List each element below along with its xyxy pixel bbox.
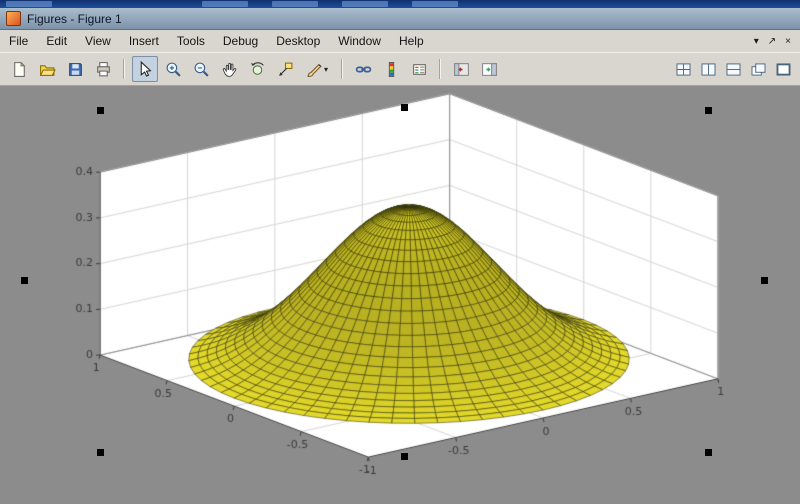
zoom-in-button[interactable] <box>160 56 186 82</box>
toolbar-separator <box>439 59 441 79</box>
menu-window[interactable]: Window <box>329 31 390 51</box>
toolbar-separator <box>123 59 125 79</box>
menu-tools[interactable]: Tools <box>168 31 214 51</box>
figure-controls: ▾ ↗ × <box>754 36 800 47</box>
selection-handle[interactable] <box>21 277 28 284</box>
tile-all-button[interactable] <box>672 59 694 79</box>
window-title: Figures - Figure 1 <box>27 11 122 26</box>
menu-insert[interactable]: Insert <box>120 31 168 51</box>
selection-handle[interactable] <box>97 449 104 456</box>
menu-view[interactable]: View <box>76 31 120 51</box>
desktop-icon <box>412 1 458 7</box>
menu-edit[interactable]: Edit <box>37 31 76 51</box>
maximize-figure-button[interactable] <box>772 59 794 79</box>
selection-handle[interactable] <box>705 107 712 114</box>
desktop-icon <box>342 1 388 7</box>
menu-file[interactable]: File <box>0 31 37 51</box>
brush-dropdown-icon[interactable]: ▾ <box>324 65 328 74</box>
rotate-3d-button[interactable] <box>244 56 270 82</box>
zoom-out-button[interactable] <box>188 56 214 82</box>
menu-debug[interactable]: Debug <box>214 31 267 51</box>
hide-plot-tools-button[interactable] <box>448 56 474 82</box>
edit-plot-button[interactable] <box>132 56 158 82</box>
selection-handle[interactable] <box>401 104 408 111</box>
link-plots-button[interactable] <box>350 56 376 82</box>
figure-undock-icon[interactable]: ↗ <box>768 36 776 47</box>
figure-minimize-icon[interactable]: ▾ <box>754 36 759 47</box>
selection-handle[interactable] <box>97 107 104 114</box>
desktop-background <box>0 0 800 8</box>
tile-top-bottom-button[interactable] <box>722 59 744 79</box>
menu-desktop[interactable]: Desktop <box>267 31 329 51</box>
print-figure-button[interactable] <box>90 56 116 82</box>
figure-close-icon[interactable]: × <box>785 36 791 47</box>
menubar: File Edit View Insert Tools Debug Deskto… <box>0 30 800 52</box>
open-file-button[interactable] <box>34 56 60 82</box>
selection-handle[interactable] <box>761 277 768 284</box>
float-windows-button[interactable] <box>747 59 769 79</box>
window-layout-buttons <box>672 59 794 79</box>
toolbar: ▾ <box>0 52 800 86</box>
insert-legend-button[interactable] <box>406 56 432 82</box>
desktop-icon <box>272 1 318 7</box>
selection-handle[interactable] <box>705 449 712 456</box>
tile-left-right-button[interactable] <box>697 59 719 79</box>
desktop-icon <box>202 1 248 7</box>
data-cursor-button[interactable] <box>272 56 298 82</box>
desktop-icon <box>6 1 52 7</box>
insert-colorbar-button[interactable] <box>378 56 404 82</box>
axes-3d-surface-plot[interactable] <box>0 86 800 504</box>
toolbar-separator <box>341 59 343 79</box>
figure-client-area <box>0 86 800 504</box>
save-figure-button[interactable] <box>62 56 88 82</box>
selection-handle[interactable] <box>401 453 408 460</box>
toolbar-buttons: ▾ <box>6 56 502 82</box>
figure-window: Figures - Figure 1 File Edit View Insert… <box>0 0 800 504</box>
show-plot-tools-dock-button[interactable] <box>476 56 502 82</box>
pan-button[interactable] <box>216 56 242 82</box>
menu-help[interactable]: Help <box>390 31 433 51</box>
figure-window-icon <box>6 11 21 26</box>
new-figure-button[interactable] <box>6 56 32 82</box>
titlebar[interactable]: Figures - Figure 1 <box>0 8 800 30</box>
brush-data-button[interactable]: ▾ <box>300 56 334 82</box>
